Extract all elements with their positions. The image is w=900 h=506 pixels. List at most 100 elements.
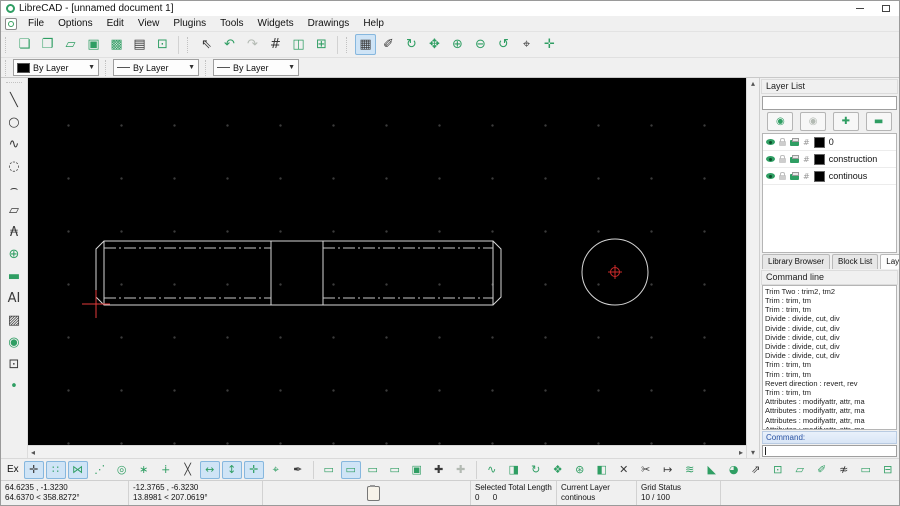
ellipse-tool-icon[interactable]: ◌ xyxy=(2,155,25,177)
maximize-button[interactable] xyxy=(873,1,899,16)
hatch-tool-icon[interactable]: ▨ xyxy=(2,309,25,331)
revert-direction-icon[interactable]: ↻ xyxy=(401,34,422,55)
layer-construction-icon[interactable]: # xyxy=(803,138,810,147)
toolbar-grip[interactable] xyxy=(5,37,10,53)
add-layer-button[interactable]: ✚ xyxy=(833,112,859,131)
select-tool-icon[interactable]: ▱ xyxy=(2,199,25,221)
toolbar-grip[interactable] xyxy=(346,37,351,53)
bevel-icon[interactable]: ◣ xyxy=(702,461,722,479)
rotate-two-icon[interactable]: ⊛ xyxy=(570,461,590,479)
restrict-vertical-icon[interactable]: ↕ xyxy=(222,461,242,479)
command-history[interactable]: Trim Two : trim2, tm2Trim : trim, tmTrim… xyxy=(762,285,897,430)
viewport-3-icon[interactable]: ▭ xyxy=(363,461,383,479)
viewport-2-icon[interactable]: ▭ xyxy=(341,461,361,479)
delete-icon[interactable]: ≉ xyxy=(834,461,854,479)
tab-library-browser[interactable]: Library Browser xyxy=(762,254,830,268)
menu-file[interactable]: File xyxy=(21,17,51,30)
tab-layer-list[interactable]: Layer xyxy=(880,254,899,268)
polyline-tool-icon[interactable]: ⌢ xyxy=(2,177,25,199)
pen-indicator-icon[interactable]: • xyxy=(2,375,25,397)
dimension-aligned-tool-icon[interactable]: ▬ xyxy=(2,265,25,287)
minimize-button[interactable] xyxy=(847,1,873,16)
scroll-left-icon[interactable]: ◂ xyxy=(28,447,38,458)
snap-distance-icon[interactable]: ∔ xyxy=(156,461,176,479)
save-icon[interactable]: ▣ xyxy=(83,34,104,55)
point-tool-icon[interactable]: ⊕ xyxy=(2,243,25,265)
layer-construction-icon[interactable]: # xyxy=(803,172,810,181)
line-tool-icon[interactable]: ╲ xyxy=(2,89,25,111)
text-tool-icon[interactable]: AI xyxy=(2,287,25,309)
layer-lock-icon[interactable] xyxy=(779,158,786,163)
layer-color-swatch[interactable] xyxy=(814,154,825,165)
toolbar-grip[interactable] xyxy=(5,60,10,76)
trim-two-icon[interactable]: ✂ xyxy=(636,461,656,479)
layer-visible-icon[interactable] xyxy=(766,156,775,162)
select-pointer-icon[interactable]: ⇖ xyxy=(196,34,217,55)
line-width-select[interactable]: By Layer ▼ xyxy=(113,59,199,76)
menu-widgets[interactable]: Widgets xyxy=(251,17,301,30)
scroll-down-icon[interactable]: ▾ xyxy=(748,447,758,458)
layer-filter-input[interactable] xyxy=(762,96,897,110)
pan-zoom-icon[interactable]: ✥ xyxy=(424,34,445,55)
grid-toggle-icon[interactable]: ▦ xyxy=(355,34,376,55)
tab-block-list[interactable]: Block List xyxy=(832,254,878,268)
eraser-icon[interactable]: ✐ xyxy=(812,461,832,479)
menu-options[interactable]: Options xyxy=(51,17,99,30)
select-window-icon[interactable]: # xyxy=(265,34,286,55)
toolbar-grip[interactable] xyxy=(205,60,210,76)
layer-lock-icon[interactable] xyxy=(779,175,786,180)
snap-intersection-icon[interactable]: ╳ xyxy=(178,461,198,479)
add-viewport-icon[interactable]: ✚ xyxy=(429,461,449,479)
redo-icon[interactable]: ↷ xyxy=(242,34,263,55)
viewport-1-icon[interactable]: ▭ xyxy=(319,461,339,479)
zoom-in-icon[interactable]: ⊕ xyxy=(447,34,468,55)
document-window-icon[interactable] xyxy=(5,18,17,30)
zoom-window-icon[interactable]: ⌖ xyxy=(516,34,537,55)
color-select[interactable]: By Layer ▼ xyxy=(13,59,99,76)
line-type-select[interactable]: By Layer ▼ xyxy=(213,59,299,76)
set-relative-zero-icon[interactable]: ⌖ xyxy=(266,461,286,479)
print-icon[interactable]: ▤ xyxy=(129,34,150,55)
menu-view[interactable]: View xyxy=(131,17,167,30)
undo-icon[interactable]: ↶ xyxy=(219,34,240,55)
restrict-nothing-icon[interactable]: ✛ xyxy=(244,461,264,479)
tile-windows-icon[interactable]: ◫ xyxy=(288,34,309,55)
layer-print-icon[interactable] xyxy=(790,157,799,163)
dimension-tool-icon[interactable]: ₳ xyxy=(2,221,25,243)
zoom-auto-icon[interactable]: ✛ xyxy=(539,34,560,55)
move-rotate-icon[interactable]: ❖ xyxy=(548,461,568,479)
rotate-icon[interactable]: ↻ xyxy=(526,461,546,479)
new-window-icon[interactable]: ⊞ xyxy=(311,34,332,55)
scroll-right-icon[interactable]: ▸ xyxy=(736,447,746,458)
zoom-out-icon[interactable]: ⊖ xyxy=(470,34,491,55)
layer-lock-icon[interactable] xyxy=(779,141,786,146)
new-document-icon[interactable]: ❏ xyxy=(14,34,35,55)
fillet-icon[interactable]: ◕ xyxy=(724,461,744,479)
snap-middle-icon[interactable]: ∗ xyxy=(134,461,154,479)
layer-print-icon[interactable] xyxy=(790,174,799,180)
draft-mode-icon[interactable]: ✐ xyxy=(378,34,399,55)
block-tool-icon[interactable]: ⊡ xyxy=(2,353,25,375)
menu-edit[interactable]: Edit xyxy=(100,17,131,30)
toolbar-grip[interactable] xyxy=(187,37,192,53)
scale-icon[interactable]: ⇗ xyxy=(746,461,766,479)
spline-tool-icon[interactable]: ∿ xyxy=(2,133,25,155)
toolbar-grip[interactable] xyxy=(6,82,22,87)
print-preview-icon[interactable]: ⊡ xyxy=(152,34,173,55)
stretch-icon[interactable]: ⊡ xyxy=(768,461,788,479)
edit-spline-icon[interactable]: ∿ xyxy=(482,461,502,479)
layer-construction-icon[interactable]: # xyxy=(803,155,810,164)
menu-tools[interactable]: Tools xyxy=(213,17,250,30)
trim-icon[interactable]: ✕ xyxy=(614,461,634,479)
viewport-4-icon[interactable]: ▭ xyxy=(385,461,405,479)
drawing-canvas[interactable] xyxy=(28,78,746,445)
hide-all-layers-button[interactable]: ◉ xyxy=(800,112,826,131)
snap-on-entity-icon[interactable]: ⋰ xyxy=(90,461,110,479)
add-viewport-alt-icon[interactable]: ✚ xyxy=(451,461,471,479)
lengthen-icon[interactable]: ↦ xyxy=(658,461,678,479)
layer-color-swatch[interactable] xyxy=(814,137,825,148)
viewport-5-icon[interactable]: ▣ xyxy=(407,461,427,479)
new-from-template-icon[interactable]: ❐ xyxy=(37,34,58,55)
zoom-previous-icon[interactable]: ↺ xyxy=(493,34,514,55)
snap-endpoint-icon[interactable]: ⋈ xyxy=(68,461,88,479)
